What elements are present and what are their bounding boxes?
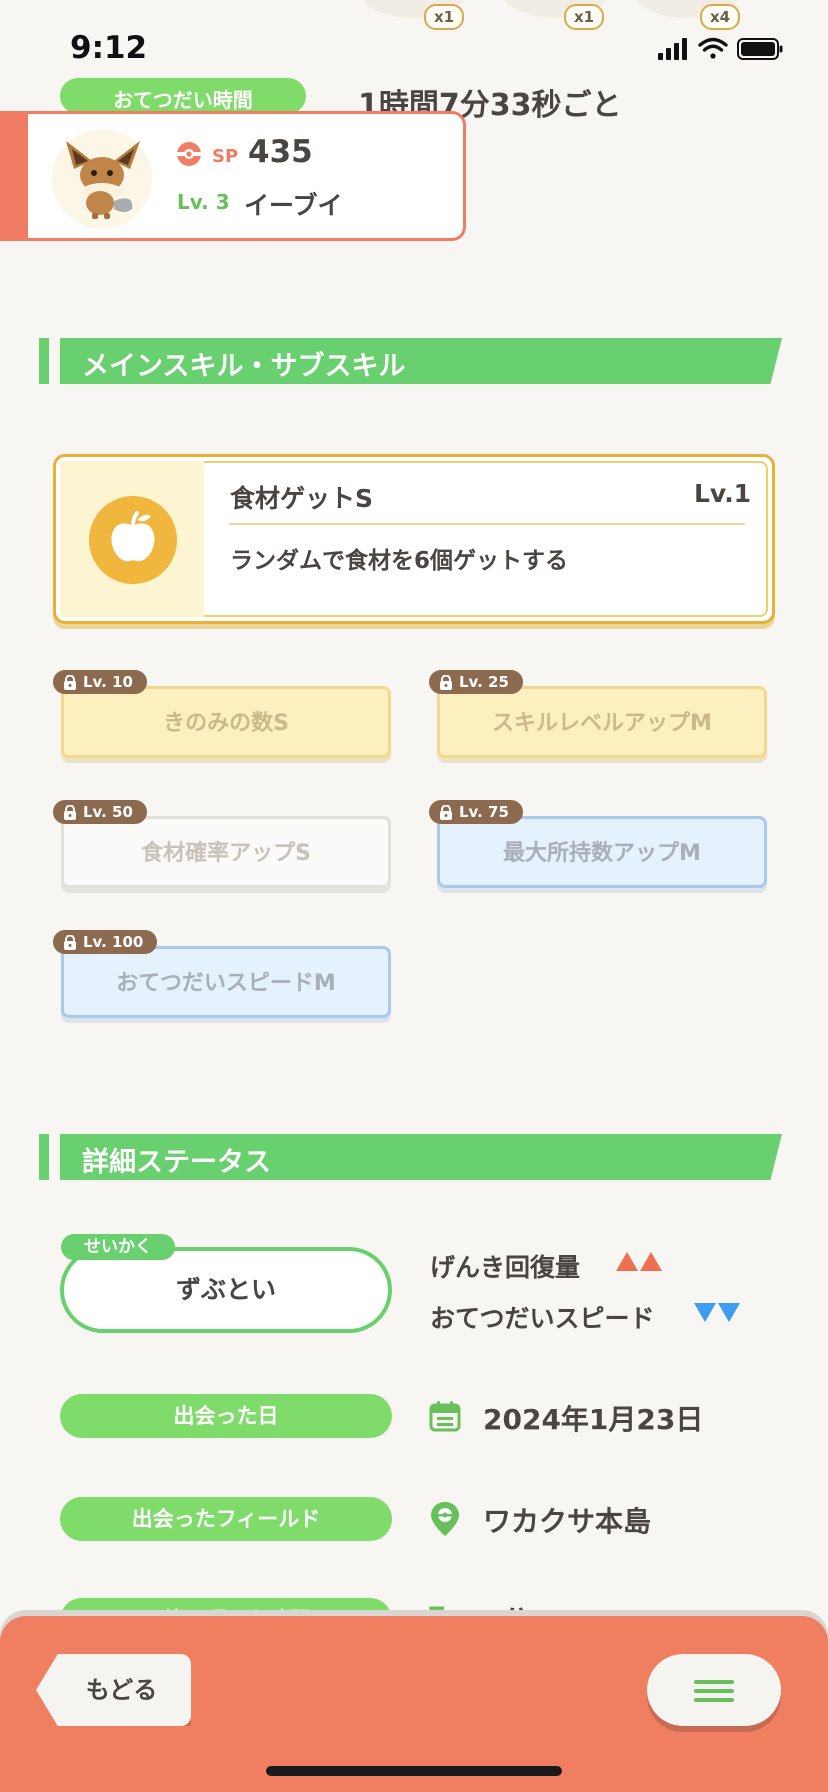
section-accent [39, 1134, 49, 1180]
ingredient-count-badge: x1 [564, 4, 605, 30]
sub-skill-button[interactable]: 最大所持数アップM [437, 816, 767, 888]
help-time-label: おてつだい時間 [60, 78, 306, 114]
sub-skill-name: おてつだいスピードM [116, 971, 336, 996]
pokemon-level: Lv. 3 [177, 190, 230, 214]
sub-skill-button[interactable]: おてつだいスピードM [61, 946, 391, 1018]
pokemon-avatar [52, 129, 152, 229]
nature-down-stat: おてつだいスピード [430, 1304, 655, 1333]
sub-skill-lock-badge: Lv. 50 [53, 800, 147, 824]
stat-down-arrows-icon [694, 1303, 742, 1326]
met-date-value: 2024年1月23日 [483, 1403, 704, 1436]
lock-icon [64, 934, 76, 950]
sub-skill-name: スキルレベルアップM [492, 711, 712, 736]
sp-label: SP [212, 146, 239, 167]
sub-skill-name: 食材確率アップS [141, 841, 311, 866]
main-skill-level: Lv.1 [694, 479, 752, 508]
lock-icon [440, 804, 452, 820]
back-button[interactable]: もどる [36, 1654, 191, 1726]
details-section-title: 詳細ステータス [82, 1147, 271, 1178]
eevee-icon [66, 141, 140, 219]
calendar-icon [429, 1400, 461, 1436]
status-icons [656, 36, 784, 66]
battery-icon [737, 38, 783, 60]
pokemon-card-stripe [0, 111, 28, 241]
menu-button[interactable] [647, 1654, 781, 1726]
met-date-label: 出会った日 [60, 1394, 392, 1438]
nature-tag: せいかく [61, 1234, 175, 1260]
met-field-value: ワカクサ本島 [483, 1505, 652, 1538]
sub-skill-lock-badge: Lv. 75 [429, 800, 523, 824]
sp-value: 435 [248, 134, 313, 170]
sub-skill-lock-badge: Lv. 25 [429, 670, 523, 694]
skills-section-title: メインスキル・サブスキル [82, 351, 406, 382]
lock-icon [440, 674, 452, 690]
sub-skill-name: 最大所持数アップM [503, 841, 701, 866]
lock-icon [64, 674, 76, 690]
wifi-icon [698, 37, 728, 59]
main-skill-description: ランダムで食材を6個ゲットする [230, 548, 569, 574]
nature-up-stat: げんき回復量 [430, 1253, 581, 1282]
sub-skill-button[interactable]: きのみの数S [61, 686, 391, 758]
sleep-points-icon [174, 139, 204, 173]
divider [229, 523, 745, 525]
hamburger-icon [694, 1680, 734, 1684]
section-accent [39, 338, 49, 384]
stat-up-arrows-icon [616, 1252, 664, 1275]
main-skill-name: 食材ゲットS [230, 484, 374, 513]
pokemon-name: イーブイ [244, 191, 343, 220]
sub-skill-lock-badge: Lv. 10 [53, 670, 147, 694]
met-field-label: 出会ったフィールド [60, 1497, 392, 1541]
status-time: 9:12 [70, 30, 148, 66]
sub-skill-button[interactable]: スキルレベルアップM [437, 686, 767, 758]
ingredient-count-badge: x1 [424, 4, 465, 30]
location-pin-icon [428, 1500, 462, 1542]
sub-skill-name: きのみの数S [163, 711, 289, 736]
sub-skill-lock-badge: Lv. 100 [53, 930, 158, 954]
lock-icon [64, 804, 76, 820]
cellular-signal-icon [658, 38, 687, 60]
ingredient-count-badge: x4 [700, 4, 741, 30]
home-indicator[interactable] [266, 1766, 562, 1776]
ingredient-apple-icon [89, 496, 177, 584]
sub-skill-button[interactable]: 食材確率アップS [61, 816, 391, 888]
